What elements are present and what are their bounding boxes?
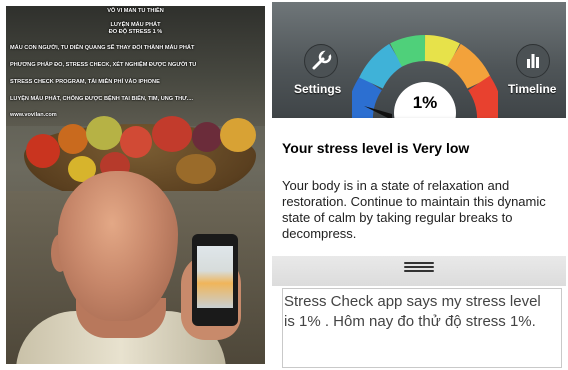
overlay-body-line: LUYỆN MÁU PHÁT, CHỐNG ĐƯỢC BỆNH TAI BIẾN… bbox=[10, 96, 194, 102]
gauge-segment bbox=[352, 75, 383, 124]
gauge-segment bbox=[467, 75, 498, 124]
gauge-segment bbox=[424, 35, 460, 67]
caption-text[interactable]: Stress Check app says my stress level is… bbox=[284, 292, 554, 332]
fruit bbox=[26, 134, 60, 168]
phone-screen bbox=[197, 246, 233, 308]
fruit bbox=[86, 116, 122, 150]
man-head bbox=[58, 171, 178, 321]
settings-label[interactable]: Settings bbox=[294, 82, 341, 96]
gauge-segment bbox=[359, 43, 404, 90]
fruit bbox=[176, 154, 216, 184]
fruit bbox=[152, 116, 192, 152]
bar-chart-icon[interactable] bbox=[516, 44, 550, 78]
fruit bbox=[120, 126, 152, 158]
wrench-icon[interactable] bbox=[304, 44, 338, 78]
result-description: Your body is in a state of relaxation an… bbox=[282, 178, 546, 241]
stress-check-app: Settings Timeline 1% Your stress level i… bbox=[272, 2, 566, 368]
fruit bbox=[220, 118, 256, 152]
result-title: Your stress level is Very low bbox=[282, 140, 470, 156]
overlay-body-line: PHƯƠNG PHÁP ĐO, STRESS CHECK, XÉT NGHIỆM… bbox=[10, 62, 197, 68]
fruit bbox=[58, 124, 88, 154]
drag-handle-icon[interactable] bbox=[404, 260, 434, 274]
overlay-body-line: MÁU CON NGƯỜI, TU DIỄN QUANG SẼ THAY ĐỔI… bbox=[10, 45, 195, 51]
result-card: Your stress level is Very low Your body … bbox=[272, 118, 566, 256]
overlay-title-line: ĐO ĐỘ STRESS 1 % bbox=[108, 29, 163, 35]
gauge-segment bbox=[446, 43, 491, 90]
overlay-title-line: VÔ VI MAN TU THIỀN bbox=[107, 8, 164, 14]
gauge-segment bbox=[390, 35, 426, 67]
overlay-url: www.vovilan.com bbox=[10, 112, 57, 118]
fruit bbox=[192, 122, 222, 152]
timeline-label[interactable]: Timeline bbox=[508, 82, 556, 96]
photo-panel bbox=[6, 6, 265, 364]
overlay-body-line: STRESS CHECK PROGRAM, TẢI MIỄN PHÍ VÀO I… bbox=[10, 79, 160, 85]
